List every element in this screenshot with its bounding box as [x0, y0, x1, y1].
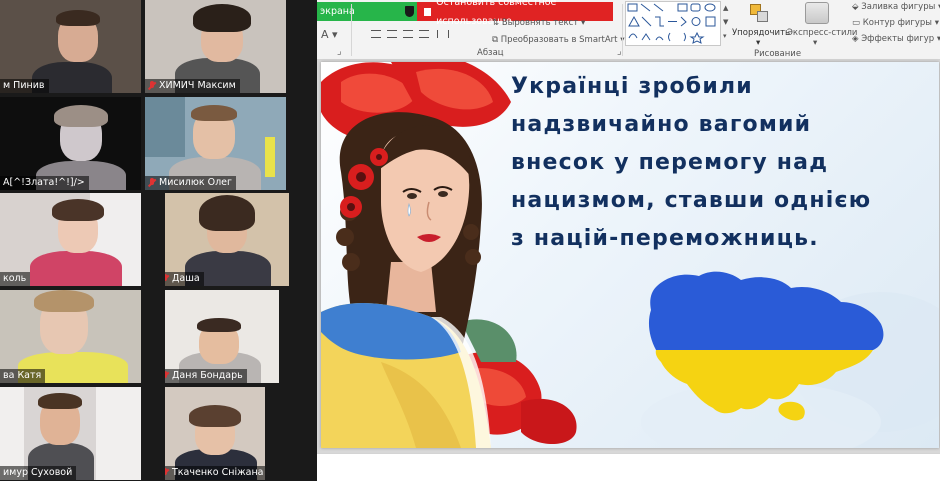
paragraph-group-launcher[interactable]: ⌟ [617, 46, 622, 57]
quick-styles-icon [805, 2, 829, 24]
participant-name: Даня Бондарь [165, 369, 247, 383]
participant-name: Мисилюк Олег [145, 176, 236, 190]
font-group-launcher[interactable]: ⌟ [337, 46, 342, 57]
align-left-icon[interactable] [371, 30, 381, 38]
headline-line: надзвичайно вагомий [511, 112, 812, 137]
share-status[interactable]: экрана [317, 2, 417, 21]
align-right-icon[interactable] [403, 30, 413, 38]
mic-muted-icon [148, 178, 156, 188]
participant-name: коль [0, 272, 31, 286]
video-tile[interactable]: ва Катя [0, 290, 141, 383]
shapes-more-icon[interactable]: ▾ [723, 32, 727, 40]
video-tile[interactable]: А[^!Злата!^!]/> [0, 97, 141, 190]
video-tile[interactable]: м Пинив [0, 0, 141, 93]
shapes-scroll-down-icon[interactable]: ▼ [723, 18, 728, 26]
paragraph-group-label: Абзац [477, 48, 504, 58]
participant-name: Даша [165, 272, 204, 286]
arrange-button[interactable]: Упорядочить ▾ [732, 2, 790, 48]
video-tile[interactable]: коль [0, 193, 141, 286]
slide-headline[interactable]: Українці зробили надзвичайно вагомий вне… [511, 68, 931, 258]
participant-name: ХИМИЧ Максим [145, 79, 240, 93]
arrange-icon [750, 4, 768, 22]
shapes-icon-grid [627, 3, 716, 44]
text-direction-button[interactable]: ⇅ Выровнять текст ▾ [492, 18, 585, 28]
video-gallery: м Пинив ХИМИЧ Максим А[^!Злата!^!]/> Мис… [0, 0, 317, 481]
stop-icon [424, 7, 432, 16]
shape-fill-button[interactable]: ⬙ Заливка фигуры ▾ [852, 2, 940, 12]
quick-styles-button[interactable]: Экспресс-стили ▾ [787, 2, 857, 48]
slide[interactable]: Українці зробили надзвичайно вагомий вне… [321, 62, 939, 448]
headline-line: Українці зробили [511, 74, 753, 99]
shape-outline-button[interactable]: ▭ Контур фигуры ▾ [852, 18, 939, 28]
font-color-button[interactable]: A ▾ [321, 28, 338, 41]
justify-icon[interactable] [419, 30, 429, 38]
powerpoint-window: экрана Остановить совместное использован… [317, 0, 940, 481]
video-tile[interactable]: Даша [165, 193, 289, 286]
shapes-scroll-up-icon[interactable]: ▲ [723, 4, 728, 12]
align-center-icon[interactable] [387, 30, 397, 38]
mic-muted-icon [165, 468, 169, 478]
video-tile[interactable]: имур Суховой [0, 387, 141, 480]
participant-name: имур Суховой [0, 466, 77, 480]
video-tile[interactable]: Мисилюк Олег [145, 97, 286, 190]
video-tile[interactable]: ХИМИЧ Максим [145, 0, 286, 93]
shapes-gallery[interactable] [625, 1, 721, 46]
screen: м Пинив ХИМИЧ Максим А[^!Злата!^!]/> Мис… [0, 0, 940, 481]
participant-name: Ткаченко Сніжана [165, 466, 265, 480]
video-tile[interactable]: Даня Бондарь [165, 290, 279, 383]
shield-icon [405, 6, 414, 17]
columns-icon[interactable] [437, 30, 449, 38]
mic-muted-icon [148, 81, 156, 91]
mic-muted-icon [165, 274, 169, 284]
video-tile[interactable]: Ткаченко Сніжана [165, 387, 265, 480]
headline-line: з націй-переможниць. [511, 226, 819, 251]
shape-effects-button[interactable]: ◈ Эффекты фигур ▾ [852, 34, 940, 44]
participant-name: ва Катя [0, 369, 46, 383]
woman-portrait-icon [321, 112, 491, 448]
participant-name: А[^!Злата!^!]/> [0, 176, 89, 190]
mic-muted-icon [165, 371, 169, 381]
headline-line: внесок у перемогу над [511, 150, 829, 175]
headline-line: нацизмом, ставши однією [511, 188, 872, 213]
convert-smartart-button[interactable]: ⧉ Преобразовать в SmartArt ▾ [492, 35, 624, 45]
participant-name: м Пинив [0, 79, 49, 93]
status-bar [317, 453, 940, 481]
drawing-group-label: Рисование [754, 49, 802, 59]
ribbon: экрана Остановить совместное использован… [317, 0, 940, 60]
